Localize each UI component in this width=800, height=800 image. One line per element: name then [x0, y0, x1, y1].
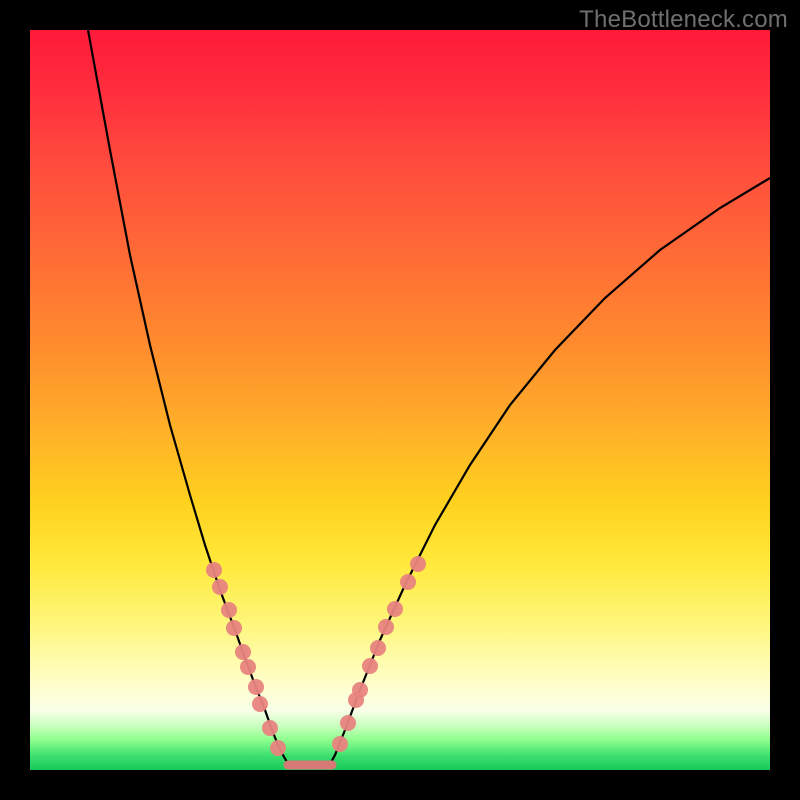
data-dot [400, 574, 416, 590]
plot-area [30, 30, 770, 770]
data-dot [248, 679, 264, 695]
data-dot [352, 682, 368, 698]
data-dot [212, 579, 228, 595]
data-dot [340, 715, 356, 731]
data-dot [362, 658, 378, 674]
left-curve [88, 30, 291, 766]
data-dot [240, 659, 256, 675]
data-dot [270, 740, 286, 756]
data-dot [206, 562, 222, 578]
data-dot [252, 696, 268, 712]
data-dot [221, 602, 237, 618]
data-dot [378, 619, 394, 635]
data-dot [235, 644, 251, 660]
data-dot [226, 620, 242, 636]
right-curve [329, 178, 770, 766]
data-dot [387, 601, 403, 617]
outer-frame: TheBottleneck.com [0, 0, 800, 800]
data-dot [370, 640, 386, 656]
data-dot [262, 720, 278, 736]
chart-svg [30, 30, 770, 770]
data-dot [332, 736, 348, 752]
dots-right [332, 556, 426, 752]
dots-left [206, 562, 286, 756]
data-dot [410, 556, 426, 572]
